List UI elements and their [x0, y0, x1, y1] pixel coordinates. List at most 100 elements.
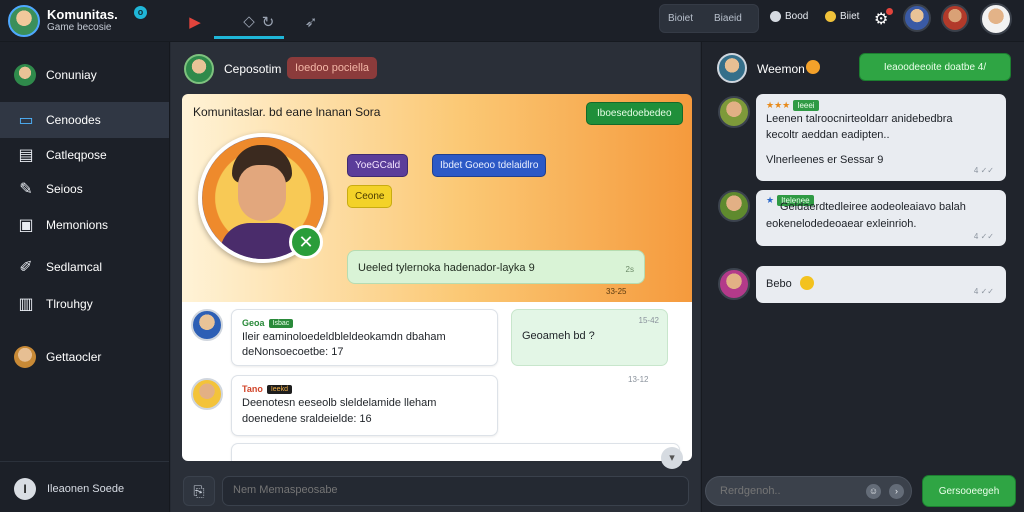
emoji-picker-icon[interactable]: ☺: [866, 484, 881, 499]
youtube-icon: ▶: [189, 14, 201, 31]
right-message-bubble[interactable]: ★ Itelenee Geldaerdtedleiree aodeoleaiav…: [756, 190, 1006, 246]
top-avatar-1[interactable]: [903, 4, 931, 32]
message-author: Tano: [242, 384, 263, 394]
send-button[interactable]: Gersooeegeh: [922, 475, 1016, 507]
attachment-icon[interactable]: ⎘: [183, 476, 215, 506]
sidebar-footer[interactable]: I Ileaonen Soede: [0, 461, 169, 512]
right-panel-button[interactable]: Ieaoodeeoite doatbe 4/: [859, 53, 1011, 81]
right-message-line-1: Leenen talroocnirteoldarr anidebedbra: [766, 113, 953, 125]
notification-dot: [886, 8, 893, 15]
close-icon[interactable]: ✕: [289, 225, 323, 259]
brand-avatar[interactable]: [8, 5, 40, 37]
stat-label: Bood: [785, 11, 809, 22]
message-text-line-2: deNonsoecoetbe: 17: [242, 346, 344, 358]
message-bubble-partial[interactable]: [231, 443, 680, 461]
sidebar-item-label: Sedlamcal: [46, 260, 103, 274]
sidebar-item-memonions[interactable]: ▣ Memonions: [0, 207, 169, 243]
message-author-badge: Isbac: [268, 318, 294, 328]
avatar-icon: [14, 64, 36, 86]
reply-time: 15-42: [638, 316, 659, 325]
right-message-bubble[interactable]: Bebo 4 ✓✓: [756, 266, 1006, 303]
star-rating-icon: ★★★: [766, 100, 791, 110]
app-subtitle: Game becosie: [47, 22, 112, 33]
sidebar-item-label: Tlrouhgy: [46, 297, 93, 311]
right-panel-title: Weemon: [757, 62, 805, 76]
sidebar-item-seioos[interactable]: ✎ Seioos: [0, 171, 169, 207]
scroll-down-icon[interactable]: ▾: [661, 447, 683, 469]
sidebar-footer-label: Ileaonen Soede: [47, 483, 125, 495]
refresh-icon: ↻: [261, 14, 275, 31]
search-box[interactable]: Bioiet Biaeid: [659, 4, 759, 33]
right-panel-avatar[interactable]: [717, 53, 747, 83]
right-message-line-1: Bebo: [766, 278, 792, 290]
tag-purple[interactable]: YoeGCald: [347, 154, 409, 177]
stat-coin[interactable]: Biiet: [825, 11, 859, 22]
coin-icon: [825, 11, 836, 22]
tools-icon: ✎: [19, 181, 33, 198]
tag-yellow[interactable]: Ceone: [347, 185, 393, 208]
bookmark-icon: ▥: [18, 296, 34, 313]
right-message-avatar[interactable]: [718, 96, 750, 128]
rating-badge: Ieeei: [793, 100, 819, 111]
tag-blue[interactable]: Ibdet Goeoo tdelaidlro: [432, 154, 547, 177]
reply-text: Geoameh bd ?: [522, 330, 595, 342]
right-input-box[interactable]: ☺ ›: [705, 476, 912, 506]
right-input[interactable]: [720, 485, 870, 497]
profile-bubble-text: Ueeled tylernoka hadenador-layka 9: [358, 262, 535, 274]
message-avatar[interactable]: [191, 378, 223, 410]
profile-bubble: Ueeled tylernoka hadenador-layka 9 2s: [347, 250, 645, 284]
info-icon[interactable]: o: [134, 6, 147, 19]
reply-bubble[interactable]: Geoameh bd ? 15-42: [511, 309, 668, 366]
folder-icon: ▭: [18, 112, 34, 129]
stat-globe[interactable]: Bood: [770, 11, 808, 22]
tab-megaphone[interactable]: ➶: [276, 5, 346, 39]
message-author: Geoa: [242, 318, 265, 328]
channel-avatar[interactable]: [184, 54, 214, 84]
message-icon: ▣: [18, 217, 34, 234]
sidebar-item-tlrouhgy[interactable]: ▥ Tlrouhgy: [0, 286, 169, 322]
profile-card-title: Komunitaslar. bd eane lnanan Sora: [193, 105, 381, 119]
right-message-line-3: Vlnerleenes er Sessar 9: [766, 154, 884, 166]
sidebar-item-label: Cenoodes: [46, 113, 101, 127]
sidebar-item-conuniay[interactable]: Conuniay: [0, 57, 169, 93]
right-message-avatar[interactable]: [718, 268, 750, 300]
message-input[interactable]: [233, 484, 673, 496]
user-initial-icon: I: [14, 478, 36, 500]
sidebar-item-sedlamcal[interactable]: ✐ Sedlamcal: [0, 249, 169, 285]
emoji-icon: [800, 276, 814, 290]
message-bubble[interactable]: Geoa Isbac Ileir eaminoloedeldbleldeokam…: [231, 309, 498, 366]
calendar-icon: ▤: [18, 147, 34, 164]
message-text-line-1: Ileir eaminoloedeldbleldeokamdn dbaham: [242, 331, 446, 343]
message-avatar[interactable]: [191, 309, 223, 341]
app-title: Komunitas.: [47, 7, 118, 22]
right-message-avatar[interactable]: [718, 190, 750, 222]
profile-cta-button[interactable]: Iboesedoebedeo: [586, 102, 683, 125]
sidebar-item-gettaocler[interactable]: Gettaocler: [0, 339, 169, 375]
right-message-line-2: eokenelodedeoaear exleinrioh.: [766, 218, 917, 230]
search-label-2: Biaeid: [714, 13, 742, 24]
message-composer[interactable]: [222, 476, 689, 506]
top-avatar-2[interactable]: [941, 4, 969, 32]
globe-icon: [770, 11, 781, 22]
right-message-bubble[interactable]: ★★★ Ieeei Leenen talroocnirteoldarr anid…: [756, 94, 1006, 181]
send-icon[interactable]: ›: [889, 484, 904, 499]
message-bubble[interactable]: Tano Ieekd Deenotesn eeseolb sleldelamid…: [231, 375, 498, 436]
channel-badge[interactable]: Ioedoo pociella: [287, 57, 378, 79]
megaphone-icon: ➶: [304, 14, 318, 31]
stat-label: Biiet: [840, 11, 860, 22]
sidebar-item-catleqpose[interactable]: ▤ Catleqpose: [0, 137, 169, 173]
profile-avatar[interactable]: [980, 3, 1012, 35]
sidebar-item-cenoodes[interactable]: ▭ Cenoodes: [0, 102, 169, 138]
profile-bubble-time: 33-25: [606, 287, 627, 296]
profile-bubble-meta: 2s: [625, 265, 634, 274]
search-label-1: Bioiet: [668, 13, 694, 24]
emoji-icon: [806, 60, 820, 74]
right-message-line-2: kecoltr aeddan eadipten..: [766, 129, 890, 141]
right-message-meta: 4 ✓✓: [973, 232, 994, 241]
message-text-line-1: Deenotesn eeseolb sleldelamide lleham: [242, 397, 437, 409]
sidebar-item-label: Conuniay: [46, 68, 97, 82]
sidebar-item-label: Gettaocler: [46, 350, 102, 364]
sidebar-item-label: Seioos: [46, 182, 83, 196]
message-author-badge: Ieekd: [266, 384, 292, 394]
right-message-meta: 4 ✓✓: [973, 166, 994, 175]
